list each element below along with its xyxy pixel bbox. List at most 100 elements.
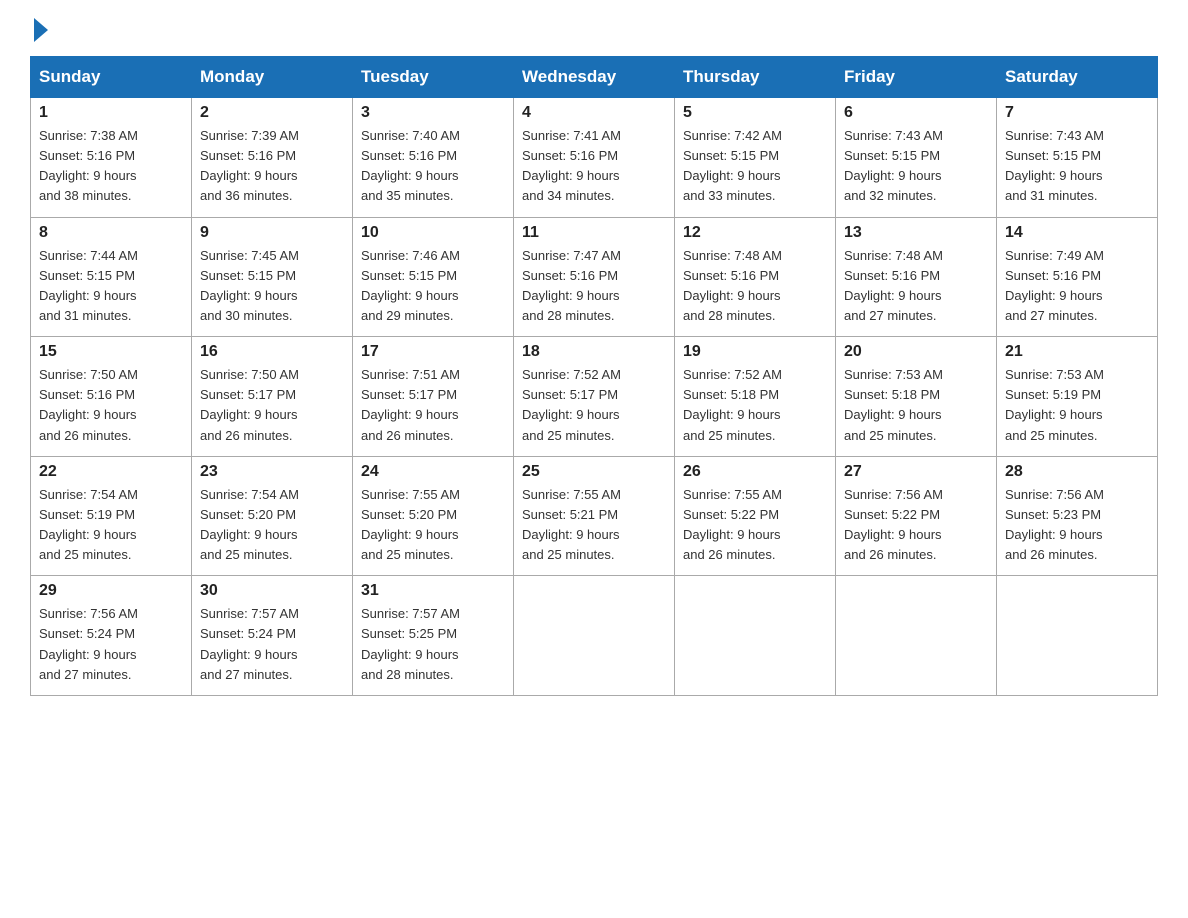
day-cell: 29 Sunrise: 7:56 AMSunset: 5:24 PMDayligh…	[31, 576, 192, 696]
day-number: 19	[683, 343, 827, 361]
day-info: Sunrise: 7:40 AMSunset: 5:16 PMDaylight:…	[361, 126, 505, 207]
day-info: Sunrise: 7:44 AMSunset: 5:15 PMDaylight:…	[39, 246, 183, 327]
day-cell: 14Sunrise: 7:49 AMSunset: 5:16 PMDayligh…	[997, 217, 1158, 337]
day-cell: 20 Sunrise: 7:53 AMSunset: 5:18 PMDayligh…	[836, 337, 997, 457]
day-number: 20	[844, 343, 988, 361]
day-cell	[514, 576, 675, 696]
day-info: Sunrise: 7:55 AMSunset: 5:21 PMDaylight:…	[522, 485, 666, 566]
day-info: Sunrise: 7:56 AMSunset: 5:23 PMDaylight:…	[1005, 485, 1149, 566]
logo	[30, 20, 48, 38]
week-row-3: 15 Sunrise: 7:50 AMSunset: 5:16 PMDayligh…	[31, 337, 1158, 457]
day-info: Sunrise: 7:56 AMSunset: 5:22 PMDaylight:…	[844, 485, 988, 566]
day-number: 25	[522, 463, 666, 481]
day-number: 16	[200, 343, 344, 361]
day-number: 24	[361, 463, 505, 481]
day-number: 29	[39, 582, 183, 600]
day-info: Sunrise: 7:50 AMSunset: 5:17 PMDaylight:…	[200, 365, 344, 446]
day-info: Sunrise: 7:48 AMSunset: 5:16 PMDaylight:…	[683, 246, 827, 327]
day-info: Sunrise: 7:49 AMSunset: 5:16 PMDaylight:…	[1005, 246, 1149, 327]
day-cell: 25 Sunrise: 7:55 AMSunset: 5:21 PMDayligh…	[514, 456, 675, 576]
day-cell: 7Sunrise: 7:43 AMSunset: 5:15 PMDaylight…	[997, 98, 1158, 218]
day-info: Sunrise: 7:53 AMSunset: 5:19 PMDaylight:…	[1005, 365, 1149, 446]
day-number: 7	[1005, 104, 1149, 122]
day-info: Sunrise: 7:52 AMSunset: 5:17 PMDaylight:…	[522, 365, 666, 446]
day-cell: 16 Sunrise: 7:50 AMSunset: 5:17 PMDayligh…	[192, 337, 353, 457]
day-number: 28	[1005, 463, 1149, 481]
day-number: 2	[200, 104, 344, 122]
day-number: 3	[361, 104, 505, 122]
day-number: 18	[522, 343, 666, 361]
day-cell: 8 Sunrise: 7:44 AMSunset: 5:15 PMDaylight…	[31, 217, 192, 337]
day-number: 1	[39, 104, 183, 122]
header-tuesday: Tuesday	[353, 57, 514, 98]
week-row-1: 1 Sunrise: 7:38 AMSunset: 5:16 PMDaylight…	[31, 98, 1158, 218]
day-cell: 4 Sunrise: 7:41 AMSunset: 5:16 PMDaylight…	[514, 98, 675, 218]
day-number: 31	[361, 582, 505, 600]
day-info: Sunrise: 7:51 AMSunset: 5:17 PMDaylight:…	[361, 365, 505, 446]
day-cell	[836, 576, 997, 696]
day-info: Sunrise: 7:53 AMSunset: 5:18 PMDaylight:…	[844, 365, 988, 446]
day-number: 26	[683, 463, 827, 481]
day-cell: 6 Sunrise: 7:43 AMSunset: 5:15 PMDaylight…	[836, 98, 997, 218]
day-cell: 17 Sunrise: 7:51 AMSunset: 5:17 PMDayligh…	[353, 337, 514, 457]
day-number: 15	[39, 343, 183, 361]
day-info: Sunrise: 7:54 AMSunset: 5:20 PMDaylight:…	[200, 485, 344, 566]
day-number: 12	[683, 224, 827, 242]
calendar-table: SundayMondayTuesdayWednesdayThursdayFrid…	[30, 56, 1158, 696]
day-cell: 5 Sunrise: 7:42 AMSunset: 5:15 PMDaylight…	[675, 98, 836, 218]
day-cell: 26 Sunrise: 7:55 AMSunset: 5:22 PMDayligh…	[675, 456, 836, 576]
day-cell: 11 Sunrise: 7:47 AMSunset: 5:16 PMDayligh…	[514, 217, 675, 337]
header-monday: Monday	[192, 57, 353, 98]
day-number: 27	[844, 463, 988, 481]
day-info: Sunrise: 7:55 AMSunset: 5:22 PMDaylight:…	[683, 485, 827, 566]
day-info: Sunrise: 7:50 AMSunset: 5:16 PMDaylight:…	[39, 365, 183, 446]
day-info: Sunrise: 7:48 AMSunset: 5:16 PMDaylight:…	[844, 246, 988, 327]
header-row: SundayMondayTuesdayWednesdayThursdayFrid…	[31, 57, 1158, 98]
week-row-4: 22Sunrise: 7:54 AMSunset: 5:19 PMDayligh…	[31, 456, 1158, 576]
day-cell: 18 Sunrise: 7:52 AMSunset: 5:17 PMDayligh…	[514, 337, 675, 457]
day-info: Sunrise: 7:57 AMSunset: 5:25 PMDaylight:…	[361, 604, 505, 685]
day-info: Sunrise: 7:47 AMSunset: 5:16 PMDaylight:…	[522, 246, 666, 327]
header-wednesday: Wednesday	[514, 57, 675, 98]
day-cell: 28 Sunrise: 7:56 AMSunset: 5:23 PMDayligh…	[997, 456, 1158, 576]
day-number: 17	[361, 343, 505, 361]
day-cell: 30Sunrise: 7:57 AMSunset: 5:24 PMDayligh…	[192, 576, 353, 696]
day-cell: 12 Sunrise: 7:48 AMSunset: 5:16 PMDayligh…	[675, 217, 836, 337]
day-info: Sunrise: 7:43 AMSunset: 5:15 PMDaylight:…	[844, 126, 988, 207]
day-cell: 9Sunrise: 7:45 AMSunset: 5:15 PMDaylight…	[192, 217, 353, 337]
day-info: Sunrise: 7:52 AMSunset: 5:18 PMDaylight:…	[683, 365, 827, 446]
day-cell: 22Sunrise: 7:54 AMSunset: 5:19 PMDayligh…	[31, 456, 192, 576]
day-cell: 1 Sunrise: 7:38 AMSunset: 5:16 PMDaylight…	[31, 98, 192, 218]
day-cell: 3 Sunrise: 7:40 AMSunset: 5:16 PMDaylight…	[353, 98, 514, 218]
day-info: Sunrise: 7:56 AMSunset: 5:24 PMDaylight:…	[39, 604, 183, 685]
page-header	[30, 20, 1158, 38]
day-number: 23	[200, 463, 344, 481]
logo-top	[30, 20, 48, 42]
day-info: Sunrise: 7:55 AMSunset: 5:20 PMDaylight:…	[361, 485, 505, 566]
day-info: Sunrise: 7:39 AMSunset: 5:16 PMDaylight:…	[200, 126, 344, 207]
day-cell: 21Sunrise: 7:53 AMSunset: 5:19 PMDayligh…	[997, 337, 1158, 457]
day-cell: 23 Sunrise: 7:54 AMSunset: 5:20 PMDayligh…	[192, 456, 353, 576]
day-number: 11	[522, 224, 666, 242]
day-cell: 19 Sunrise: 7:52 AMSunset: 5:18 PMDayligh…	[675, 337, 836, 457]
day-cell: 27 Sunrise: 7:56 AMSunset: 5:22 PMDayligh…	[836, 456, 997, 576]
day-cell: 13 Sunrise: 7:48 AMSunset: 5:16 PMDayligh…	[836, 217, 997, 337]
day-info: Sunrise: 7:38 AMSunset: 5:16 PMDaylight:…	[39, 126, 183, 207]
day-info: Sunrise: 7:41 AMSunset: 5:16 PMDaylight:…	[522, 126, 666, 207]
day-cell: 10Sunrise: 7:46 AMSunset: 5:15 PMDayligh…	[353, 217, 514, 337]
day-cell: 2 Sunrise: 7:39 AMSunset: 5:16 PMDaylight…	[192, 98, 353, 218]
header-thursday: Thursday	[675, 57, 836, 98]
day-info: Sunrise: 7:42 AMSunset: 5:15 PMDaylight:…	[683, 126, 827, 207]
logo-arrow-icon	[34, 18, 48, 42]
week-row-2: 8 Sunrise: 7:44 AMSunset: 5:15 PMDaylight…	[31, 217, 1158, 337]
week-row-5: 29 Sunrise: 7:56 AMSunset: 5:24 PMDayligh…	[31, 576, 1158, 696]
day-number: 4	[522, 104, 666, 122]
day-number: 5	[683, 104, 827, 122]
day-number: 10	[361, 224, 505, 242]
day-cell: 24 Sunrise: 7:55 AMSunset: 5:20 PMDayligh…	[353, 456, 514, 576]
day-number: 8	[39, 224, 183, 242]
day-cell	[997, 576, 1158, 696]
day-number: 6	[844, 104, 988, 122]
day-number: 30	[200, 582, 344, 600]
day-number: 13	[844, 224, 988, 242]
